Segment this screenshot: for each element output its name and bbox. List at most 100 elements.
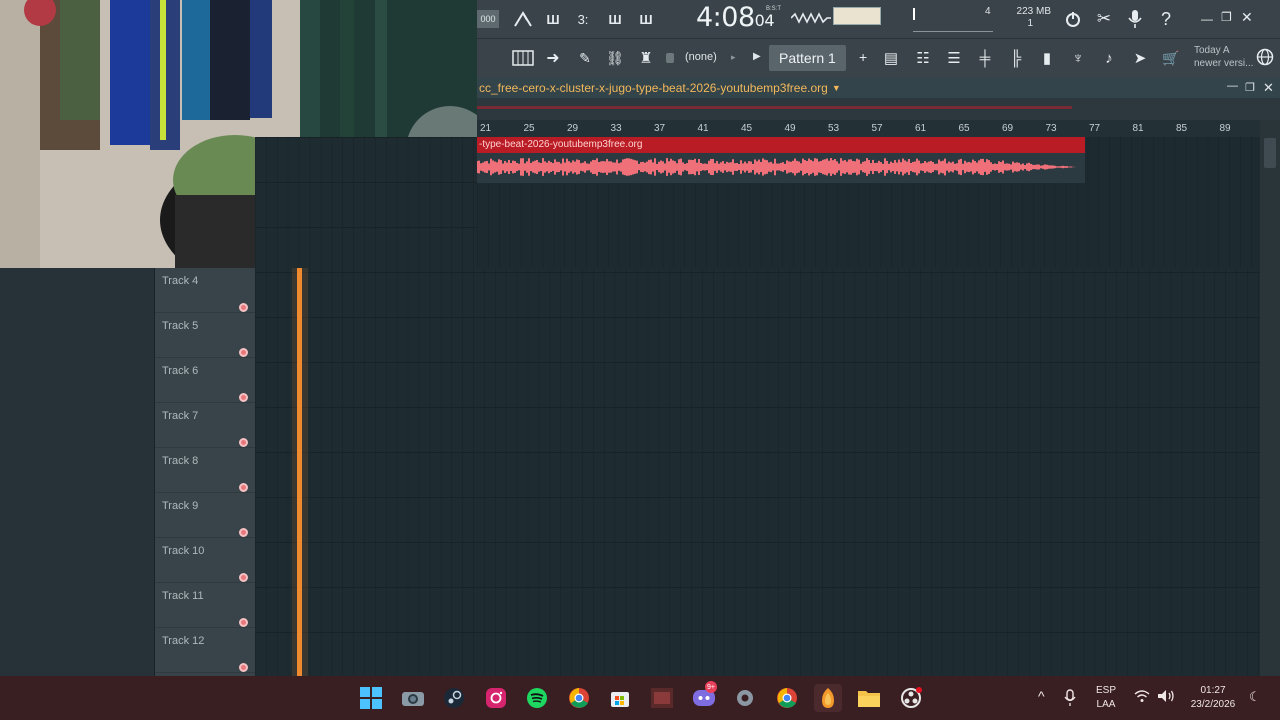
loop-record-icon[interactable]: Ш [632,5,660,33]
volume-icon[interactable] [1157,689,1175,708]
close-icon[interactable]: ✕ [1241,9,1253,26]
file-explorer-icon[interactable] [855,684,883,712]
ruler-bar-label: 53 [828,123,840,134]
track-header[interactable]: Track 9 [155,493,255,538]
notification-icon[interactable]: ☾ [1249,689,1261,705]
globe-icon[interactable] [1256,48,1274,71]
track-enable-button[interactable] [239,438,248,447]
audio-clip-waveform[interactable] [476,153,1085,183]
restore-icon[interactable]: ❐ [1221,10,1232,24]
plugin-icon[interactable]: ♆ [1064,44,1092,72]
vertical-scrollbar[interactable] [1260,120,1280,676]
steam-icon[interactable] [440,684,468,712]
countdown-icon[interactable]: 3: [569,5,597,33]
mode-indicator[interactable]: 000 [477,10,499,28]
obs-icon[interactable] [897,684,925,712]
scrollbar-thumb[interactable] [477,106,1072,109]
clock[interactable]: 01:27 23/2/2026 [1182,684,1244,712]
wave-icon[interactable]: ➤ [1126,44,1154,72]
pattern-next-icon[interactable]: ▶ [753,51,761,62]
wait-input-icon[interactable]: Ш [539,5,567,33]
master-volume-meter[interactable] [833,7,881,25]
track-header[interactable]: Track 4 [155,268,255,313]
chrome-icon[interactable] [565,684,593,712]
track-header[interactable]: Track 6 [155,358,255,403]
pattern-selector[interactable]: (none) [685,51,717,63]
game-app-icon[interactable] [648,684,676,712]
step-edit-icon[interactable]: Ш [601,5,629,33]
song-time-display[interactable]: 4:0804 [696,2,775,33]
channel-rack-icon[interactable]: ☷ [909,44,937,72]
camera-app-icon[interactable] [399,684,427,712]
playlist-close-icon[interactable]: ✕ [1263,80,1274,96]
arrow-right-icon[interactable]: ➜ [539,44,567,72]
track-enable-button[interactable] [239,303,248,312]
browser-icon[interactable]: ╠ [1002,44,1030,72]
ruler-bar-label: 77 [1089,123,1101,134]
pencil-icon[interactable]: ✎ [571,44,599,72]
store-icon[interactable] [606,684,634,712]
track-header[interactable]: Track 7 [155,403,255,448]
link-icon[interactable]: ⛓ [601,44,629,72]
settings-icon[interactable] [731,684,759,712]
audio-clip-header[interactable]: -type-beat-2026-youtubemp3free.org [477,137,1085,153]
track-header[interactable]: Track 12 [155,628,255,673]
vertical-scrollbar-thumb[interactable] [1264,138,1276,168]
windows-start-icon[interactable] [357,684,385,712]
spotify-icon[interactable] [523,684,551,712]
ruler-bar-label: 65 [958,123,970,134]
playlist-icon[interactable]: ▤ [877,44,905,72]
discord-badge: 9+ [705,681,717,693]
language-indicator[interactable]: ESP LAA [1092,684,1120,712]
pattern-prev-icon[interactable]: ▸ [731,52,736,63]
toolbar-row-tools: ➜ ✎ ⛓ ♜ (none) ▸ ▶ Pattern 1 + ▤ ☷ ☰ ╪ ╠… [477,38,1280,78]
track-header[interactable]: Track 10 [155,538,255,583]
track-enable-button[interactable] [239,618,248,627]
time-format-label: B:S:T [766,6,782,12]
ruler-bar-label: 81 [1132,123,1144,134]
piano-roll-icon[interactable] [509,44,537,72]
track-headers: Track 4 Track 5 Track 6 Track 7 Track 8 Track… [155,268,255,676]
wifi-icon[interactable] [1134,689,1150,708]
cut-icon[interactable]: ✂ [1090,5,1118,33]
minimize-icon[interactable]: — [1201,12,1213,26]
cart-icon[interactable]: 🛒 [1157,44,1185,72]
playlist-minimize-icon[interactable]: — [1227,80,1238,92]
pattern-label[interactable]: Pattern 1 [769,45,846,71]
track-enable-button[interactable] [239,573,248,582]
track-header[interactable]: Track 5 [155,313,255,358]
oscilloscope-icon [790,11,831,30]
metronome-icon[interactable] [509,5,537,33]
add-pattern-icon[interactable]: + [859,49,867,65]
track-enable-button[interactable] [239,483,248,492]
clipboard-icon[interactable]: ▮ [1033,44,1061,72]
tempo-tapper-icon[interactable]: ♪ [1095,44,1123,72]
clock-time: 01:27 [1200,685,1226,696]
track-enable-button[interactable] [239,528,248,537]
playlist-restore-icon[interactable]: ❐ [1245,81,1255,94]
track-enable-button[interactable] [239,348,248,357]
update-hint[interactable]: Today A newer versi... [1194,44,1254,70]
horizontal-scrollbar[interactable] [477,98,1280,120]
fl-studio-icon[interactable] [814,684,842,712]
track-enable-button[interactable] [239,663,248,672]
title-dropdown-icon[interactable]: ▼ [832,83,841,93]
timeline-ruler[interactable]: 21 25 29 33 37 41 45 49 53 57 61 65 69 73 77 81 85 89 [477,120,1260,137]
playhead[interactable] [297,268,302,676]
power-icon[interactable] [1059,5,1087,33]
stamp-icon[interactable]: ♜ [632,44,660,72]
instagram-icon[interactable] [482,684,510,712]
playlist-title[interactable]: cc_free-cero-x-cluster-x-jugo-type-beat-… [477,81,828,95]
track-header[interactable]: Track 8 [155,448,255,493]
tray-chevron-icon[interactable]: ^ [1038,688,1045,704]
help-icon[interactable]: ? [1152,5,1180,33]
piano-roll-view-icon[interactable]: ☰ [940,44,968,72]
track-enable-button[interactable] [239,393,248,402]
ruler-bar-label: 45 [741,123,753,134]
track-header[interactable]: Track 11 [155,583,255,628]
microphone-icon[interactable] [1121,5,1149,33]
mixer-icon[interactable]: ╪ [971,44,999,72]
audio-clip[interactable]: -type-beat-2026-youtubemp3free.org [476,137,1085,183]
tray-microphone-icon[interactable] [1064,689,1076,712]
chrome-icon-2[interactable] [773,684,801,712]
